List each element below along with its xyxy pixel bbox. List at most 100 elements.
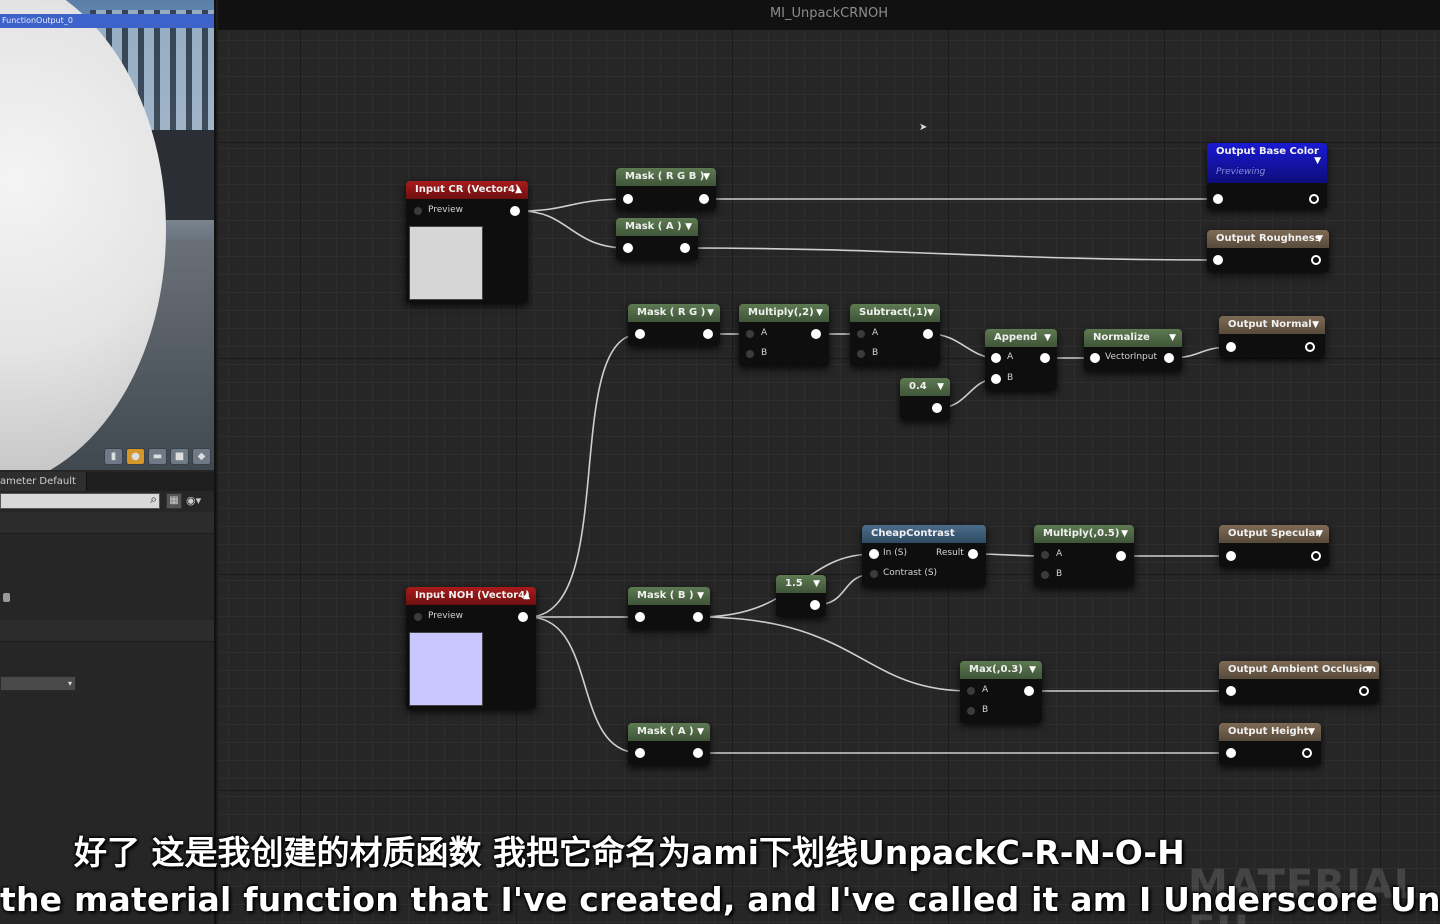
input-pin-b[interactable] xyxy=(746,350,754,358)
collapse-arrow-icon[interactable]: ▼ xyxy=(816,304,823,322)
output-pin[interactable] xyxy=(518,612,528,622)
collapse-arrow-icon[interactable]: ▼ xyxy=(937,378,944,396)
node-header[interactable]: Mask ( A ) ▼ xyxy=(616,218,698,236)
node-header[interactable]: Output Normal ▼ xyxy=(1219,316,1325,334)
input-pin[interactable] xyxy=(1226,342,1236,352)
node-append[interactable]: Append ▼ A B xyxy=(985,329,1057,391)
collapse-arrow-icon[interactable]: ▼ xyxy=(1366,661,1373,679)
output-pin[interactable] xyxy=(1311,255,1321,265)
node-multiply-2[interactable]: Multiply(,2) ▼ A B xyxy=(739,304,829,366)
input-pin-a[interactable] xyxy=(746,330,754,338)
node-header[interactable]: Output Specular ▼ xyxy=(1219,525,1329,543)
input-pin-in[interactable] xyxy=(869,549,879,559)
node-header[interactable]: 0.4 ▼ xyxy=(900,378,950,396)
input-pin[interactable] xyxy=(635,329,645,339)
node-constant-1-5[interactable]: 1.5 ▼ xyxy=(776,575,826,617)
collapse-arrow-icon[interactable]: ▼ xyxy=(1314,152,1321,170)
output-pin[interactable] xyxy=(932,403,942,413)
collapse-arrow-icon[interactable]: ▼ xyxy=(703,168,710,186)
node-output-normal[interactable]: Output Normal ▼ xyxy=(1219,316,1325,358)
details-category-row[interactable] xyxy=(0,620,214,642)
output-pin[interactable] xyxy=(810,600,820,610)
node-constant-0-4[interactable]: 0.4 ▼ xyxy=(900,378,950,420)
node-header[interactable]: Mask ( B ) ▼ xyxy=(628,587,710,605)
output-pin[interactable] xyxy=(1305,342,1315,352)
tab-parameter-defaults[interactable]: ameter Default xyxy=(0,472,87,491)
collapse-arrow-icon[interactable]: ▼ xyxy=(1169,329,1176,347)
collapse-arrow-icon[interactable]: ▼ xyxy=(1121,525,1128,543)
visibility-eye-icon[interactable]: ◉▾ xyxy=(186,493,212,509)
output-pin[interactable] xyxy=(510,206,520,216)
collapse-arrow-icon[interactable]: ▼ xyxy=(1312,316,1319,334)
collapse-arrow-icon[interactable]: ▼ xyxy=(813,575,820,593)
input-pin-a[interactable] xyxy=(967,687,975,695)
output-pin[interactable] xyxy=(968,549,978,559)
node-mask-a[interactable]: Mask ( A ) ▼ xyxy=(616,218,698,260)
input-pin[interactable] xyxy=(1226,748,1236,758)
node-header[interactable]: Append ▼ xyxy=(985,329,1057,347)
collapse-arrow-icon[interactable]: ▼ xyxy=(1316,230,1323,248)
node-header[interactable]: Mask ( A ) ▼ xyxy=(628,723,710,741)
node-mask-rg[interactable]: Mask ( R G ) ▼ xyxy=(628,304,720,346)
node-output-base-color[interactable]: Output Base Color ▼ Previewing xyxy=(1207,143,1327,209)
node-header[interactable]: Multiply(,2) ▼ xyxy=(739,304,829,322)
preview-viewport[interactable]: FunctionOutput_0 ▮ ● ▬ ■ ◆ xyxy=(0,0,214,470)
input-pin[interactable] xyxy=(1226,686,1236,696)
grid-view-icon[interactable]: ▦ xyxy=(166,493,182,509)
input-pin-a[interactable] xyxy=(857,330,865,338)
output-pin[interactable] xyxy=(1359,686,1369,696)
node-header[interactable]: Normalize ▼ xyxy=(1084,329,1182,347)
node-multiply-0-5[interactable]: Multiply(,0.5) ▼ A B xyxy=(1034,525,1134,587)
input-pin[interactable] xyxy=(1213,255,1223,265)
node-header[interactable]: Output Roughness ▼ xyxy=(1207,230,1329,248)
output-pin[interactable] xyxy=(923,329,933,339)
details-category-row[interactable] xyxy=(0,512,214,534)
output-pin[interactable] xyxy=(699,194,709,204)
output-pin[interactable] xyxy=(693,748,703,758)
node-header[interactable]: Input NOH (Vector4) ▲ xyxy=(406,587,536,605)
collapse-arrow-icon[interactable]: ▼ xyxy=(685,218,692,236)
input-pin[interactable] xyxy=(635,612,645,622)
node-header[interactable]: Subtract(,1) ▼ xyxy=(850,304,940,322)
node-output-specular[interactable]: Output Specular ▼ xyxy=(1219,525,1329,567)
preview-pin[interactable] xyxy=(414,207,422,215)
collapse-arrow-icon[interactable]: ▼ xyxy=(697,587,704,605)
input-pin-contrast[interactable] xyxy=(870,570,878,578)
input-pin-b[interactable] xyxy=(991,374,1001,384)
input-pin[interactable] xyxy=(623,194,633,204)
node-mask-a-bottom[interactable]: Mask ( A ) ▼ xyxy=(628,723,710,765)
node-max-0-3[interactable]: Max(,0.3) ▼ A B xyxy=(960,661,1042,723)
details-search-input[interactable]: ⌕ xyxy=(0,492,160,509)
input-pin-a[interactable] xyxy=(991,353,1001,363)
node-subtract-1[interactable]: Subtract(,1) ▼ A B xyxy=(850,304,940,366)
collapse-arrow-icon[interactable]: ▼ xyxy=(1308,723,1315,741)
input-pin[interactable] xyxy=(635,748,645,758)
output-pin[interactable] xyxy=(693,612,703,622)
node-output-height[interactable]: Output Height ▼ xyxy=(1219,723,1321,765)
output-pin[interactable] xyxy=(1309,194,1319,204)
collapse-arrow-icon[interactable]: ▼ xyxy=(927,304,934,322)
node-cheap-contrast[interactable]: CheapContrast In (S) Result Contrast (S) xyxy=(862,525,986,587)
output-pin[interactable] xyxy=(1116,551,1126,561)
output-pin[interactable] xyxy=(1311,551,1321,561)
node-header[interactable]: Multiply(,0.5) ▼ xyxy=(1034,525,1134,543)
collapse-arrow-icon[interactable]: ▼ xyxy=(697,723,704,741)
input-pin[interactable] xyxy=(1226,551,1236,561)
plane-icon[interactable]: ▬ xyxy=(148,448,167,465)
node-header[interactable]: Mask ( R G B ) ▼ xyxy=(616,168,716,186)
node-input-cr[interactable]: Input CR (Vector4) ▲ Preview xyxy=(406,181,528,303)
output-pin[interactable] xyxy=(811,329,821,339)
node-mask-rgb[interactable]: Mask ( R G B ) ▼ xyxy=(616,168,716,210)
material-graph-canvas[interactable] xyxy=(218,0,1440,924)
input-pin-b[interactable] xyxy=(857,350,865,358)
collapse-arrow-icon[interactable]: ▲ xyxy=(515,181,522,199)
output-pin[interactable] xyxy=(680,243,690,253)
input-pin[interactable] xyxy=(1213,194,1223,204)
preview-pin[interactable] xyxy=(414,613,422,621)
node-header[interactable]: Output Base Color ▼ xyxy=(1207,143,1327,183)
collapse-arrow-icon[interactable]: ▼ xyxy=(1029,661,1036,679)
output-pin[interactable] xyxy=(703,329,713,339)
output-pin[interactable] xyxy=(1040,353,1050,363)
cube-icon[interactable]: ■ xyxy=(170,448,189,465)
node-output-ambient-occlusion[interactable]: Output Ambient Occlusion ▼ xyxy=(1219,661,1379,703)
